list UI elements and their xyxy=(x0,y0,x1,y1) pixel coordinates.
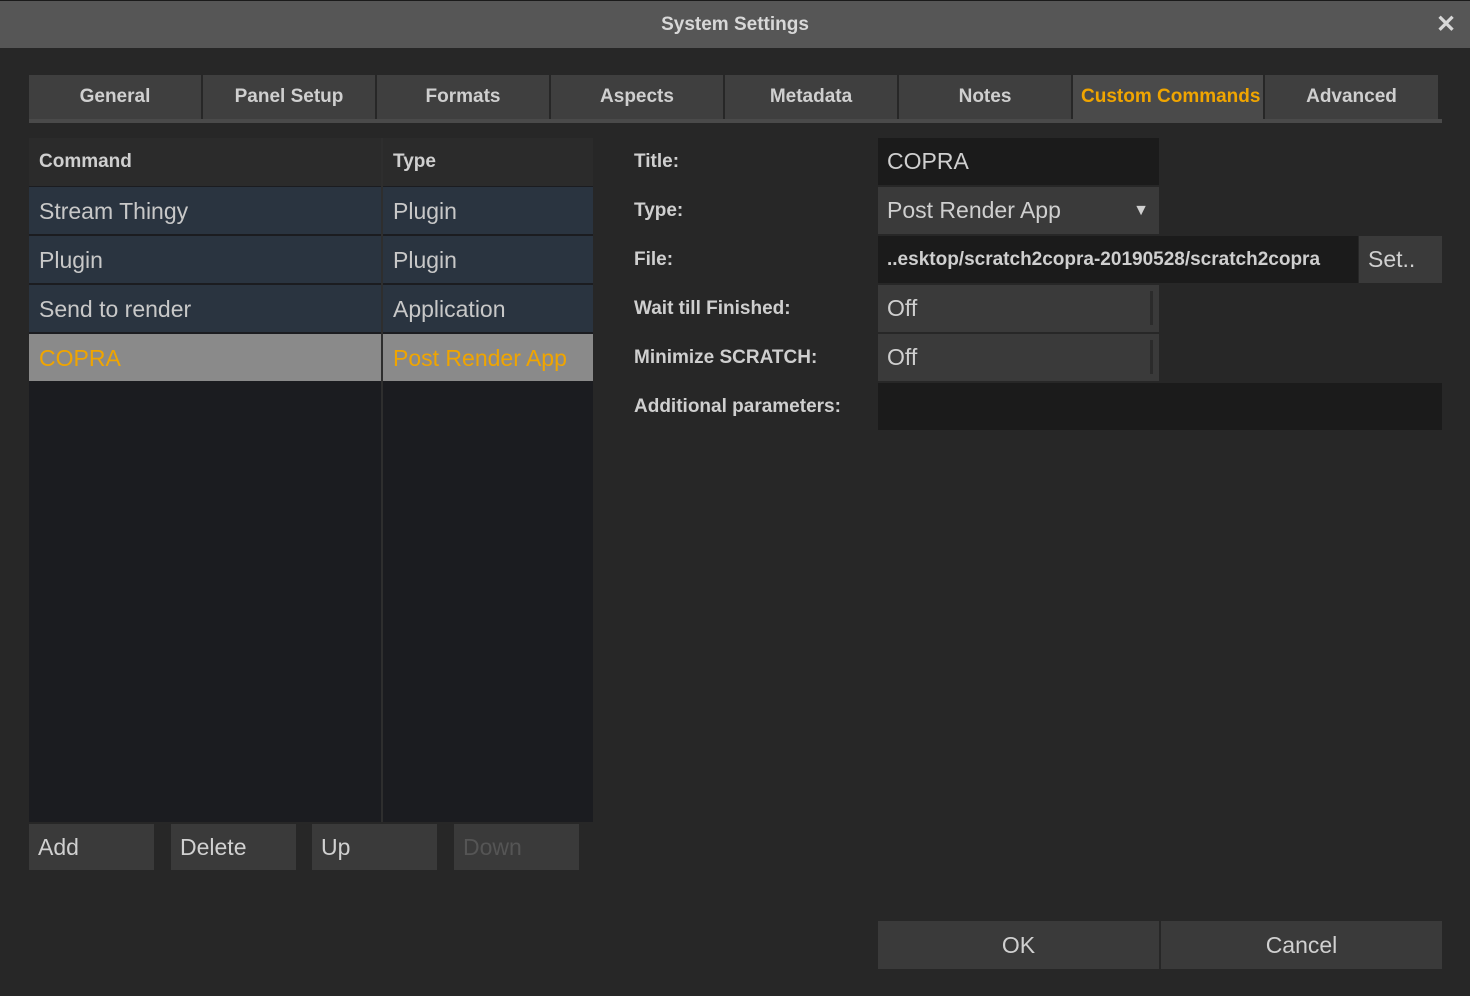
type-cell-copra[interactable]: Post Render App xyxy=(383,334,593,382)
title-field[interactable]: COPRA xyxy=(878,138,1159,185)
chevron-down-icon[interactable]: ▼ xyxy=(1133,187,1149,234)
command-column: Command Stream Thingy Plugin Send to ren… xyxy=(29,138,381,822)
type-column-header[interactable]: Type xyxy=(383,138,593,186)
minimize-scratch-toggle[interactable]: Off xyxy=(878,334,1159,381)
additional-parameters-field[interactable] xyxy=(878,383,1442,430)
wait-till-finished-toggle[interactable]: Off xyxy=(878,285,1159,332)
tab-advanced[interactable]: Advanced xyxy=(1265,75,1438,119)
type-dropdown-value: Post Render App xyxy=(887,197,1061,223)
type-cell-plugin[interactable]: Plugin xyxy=(383,236,593,284)
cancel-button[interactable]: Cancel xyxy=(1161,921,1442,969)
tab-metadata[interactable]: Metadata xyxy=(725,75,897,119)
minimize-scratch-label: Minimize SCRATCH: xyxy=(634,347,818,368)
toggle-handle xyxy=(1150,340,1153,374)
type-cell-stream-thingy[interactable]: Plugin xyxy=(383,187,593,235)
command-column-header[interactable]: Command xyxy=(29,138,381,186)
command-row-plugin[interactable]: Plugin xyxy=(29,236,381,284)
title-label: Title: xyxy=(634,151,680,172)
file-path-field[interactable]: ..esktop/scratch2copra-20190528/scratch2… xyxy=(878,236,1358,283)
command-row-copra[interactable]: COPRA xyxy=(29,334,381,382)
delete-button[interactable]: Delete xyxy=(171,824,296,870)
down-button: Down xyxy=(454,824,579,870)
file-label: File: xyxy=(634,249,674,270)
command-row-send-to-render[interactable]: Send to render xyxy=(29,285,381,333)
tab-notes[interactable]: Notes xyxy=(899,75,1071,119)
wait-till-finished-label: Wait till Finished: xyxy=(634,298,791,319)
tab-formats[interactable]: Formats xyxy=(377,75,549,119)
set-file-button[interactable]: Set.. xyxy=(1359,236,1442,283)
wait-till-finished-value: Off xyxy=(887,295,918,321)
title-bar: System Settings ✕ xyxy=(0,0,1470,48)
close-icon[interactable]: ✕ xyxy=(1434,13,1458,37)
add-button[interactable]: Add xyxy=(29,824,154,870)
additional-parameters-label: Additional parameters: xyxy=(634,396,841,417)
window-title: System Settings xyxy=(661,14,809,35)
type-cell-send-to-render[interactable]: Application xyxy=(383,285,593,333)
command-row-stream-thingy[interactable]: Stream Thingy xyxy=(29,187,381,235)
type-dropdown[interactable]: Post Render App ▼ xyxy=(878,187,1159,234)
type-label: Type: xyxy=(634,200,684,221)
tab-aspects[interactable]: Aspects xyxy=(551,75,723,119)
minimize-scratch-value: Off xyxy=(887,344,918,370)
tab-underline xyxy=(29,119,1442,123)
toggle-handle xyxy=(1150,291,1153,325)
ok-button[interactable]: OK xyxy=(878,921,1159,969)
type-column: Type Plugin Plugin Application Post Rend… xyxy=(383,138,593,822)
command-list: Command Stream Thingy Plugin Send to ren… xyxy=(29,138,593,822)
tab-general[interactable]: General xyxy=(29,75,201,119)
tab-panel-setup[interactable]: Panel Setup xyxy=(203,75,375,119)
up-button[interactable]: Up xyxy=(312,824,437,870)
tab-custom-commands[interactable]: Custom Commands xyxy=(1073,75,1263,121)
